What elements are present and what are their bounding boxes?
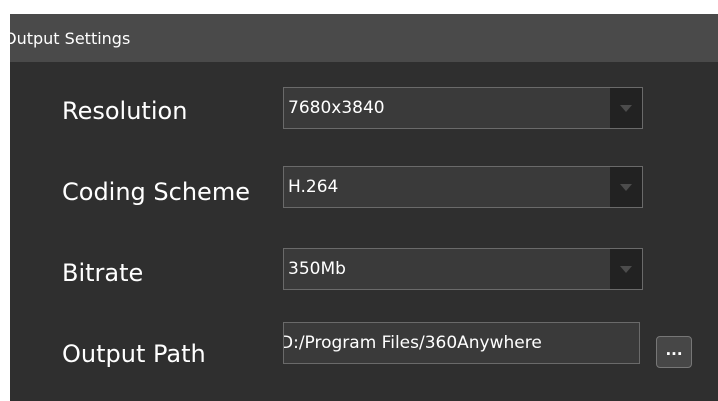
coding-scheme-select[interactable]: H.264 [283, 166, 643, 208]
bitrate-value: 350Mb [288, 259, 346, 279]
resolution-value: 7680x3840 [288, 98, 385, 118]
output-settings-panel: Resolution 7680x3840 Coding Scheme H.264… [10, 62, 718, 401]
top-margin [0, 0, 718, 14]
bitrate-select[interactable]: 350Mb [283, 248, 643, 290]
browse-button[interactable]: ... [656, 336, 692, 368]
dropdown-arrow-icon[interactable] [610, 167, 642, 207]
output-path-label: Output Path [62, 340, 206, 368]
coding-scheme-value: H.264 [288, 177, 339, 197]
output-path-field[interactable]: D:/Program Files/360Anywhere [283, 322, 640, 364]
bitrate-label: Bitrate [62, 259, 144, 287]
coding-scheme-label: Coding Scheme [62, 178, 250, 206]
dropdown-arrow-icon[interactable] [610, 88, 642, 128]
dropdown-arrow-icon[interactable] [610, 249, 642, 289]
resolution-select[interactable]: 7680x3840 [283, 87, 643, 129]
output-path-value: D:/Program Files/360Anywhere [283, 333, 542, 353]
output-settings-header: Output Settings [10, 14, 718, 62]
resolution-label: Resolution [62, 97, 188, 125]
left-margin [0, 0, 10, 401]
section-title: Output Settings [10, 28, 131, 48]
